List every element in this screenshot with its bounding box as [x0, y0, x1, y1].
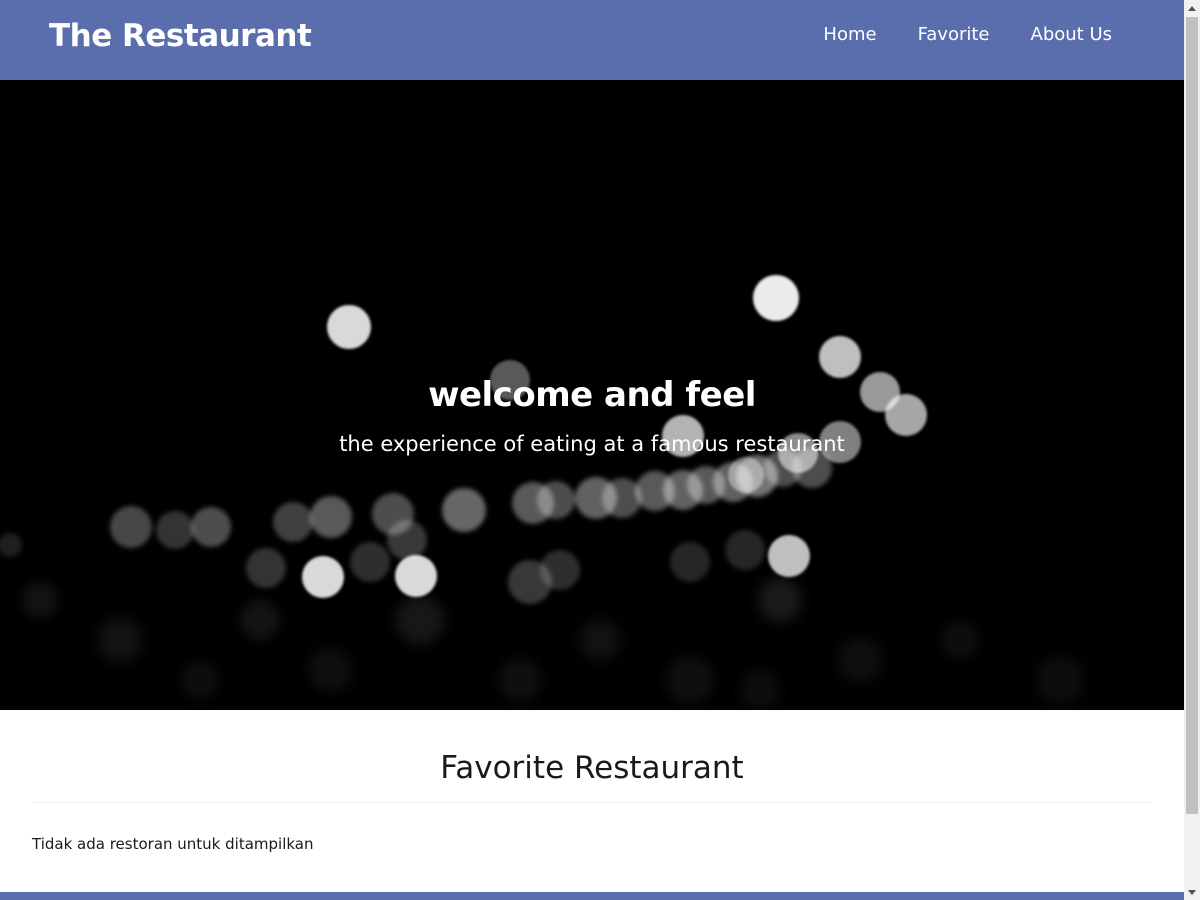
hero-banner: welcome and feel the experience of eatin… — [0, 80, 1184, 710]
scroll-up-arrow-icon[interactable] — [1184, 0, 1200, 16]
nav-link-favorite[interactable]: Favorite — [918, 24, 990, 45]
site-brand[interactable]: The Restaurant — [49, 18, 312, 54]
section-divider — [32, 802, 1152, 803]
top-navbar: The Restaurant Home Favorite About Us — [0, 0, 1184, 80]
nav-link-home[interactable]: Home — [823, 24, 876, 45]
nav-link-about-us[interactable]: About Us — [1031, 24, 1113, 45]
empty-state-message: Tidak ada restoran untuk ditampilkan — [32, 835, 314, 853]
hero-subtitle: the experience of eating at a famous res… — [339, 432, 845, 456]
scrollbar-thumb[interactable] — [1186, 17, 1198, 814]
footer — [0, 892, 1184, 900]
main-content: Favorite Restaurant Tidak ada restoran u… — [32, 710, 1152, 868]
vertical-scrollbar[interactable] — [1184, 0, 1200, 900]
section-title: Favorite Restaurant — [440, 750, 744, 786]
scroll-down-arrow-icon[interactable] — [1184, 884, 1200, 900]
page: The Restaurant Home Favorite About Us we… — [0, 0, 1184, 900]
main-nav: Home Favorite About Us — [782, 24, 1112, 45]
hero-title: welcome and feel — [428, 374, 756, 415]
